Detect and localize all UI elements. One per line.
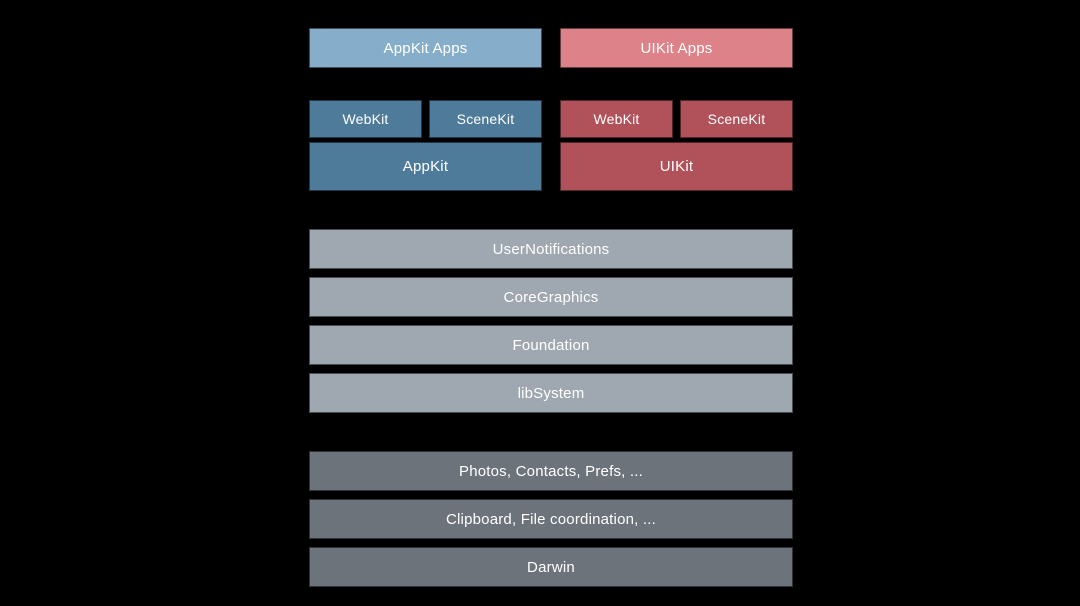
box-clipboard-file-coordination[interactable]: Clipboard, File coordination, ...	[309, 499, 793, 539]
framework-right-subrow: WebKit SceneKit	[560, 100, 793, 138]
box-uikit-label: UIKit	[659, 158, 694, 175]
box-appkit-apps-label: AppKit Apps	[383, 39, 468, 57]
framework-left-column: WebKit SceneKit AppKit	[309, 100, 542, 191]
box-coregraphics[interactable]: CoreGraphics	[309, 277, 793, 317]
spacer-base-1	[309, 491, 793, 499]
box-libsystem[interactable]: libSystem	[309, 373, 793, 413]
box-coregraphics-label: CoreGraphics	[503, 288, 599, 306]
box-uikit[interactable]: UIKit	[560, 142, 793, 191]
box-libsystem-label: libSystem	[517, 384, 585, 402]
spacer-system-2	[309, 317, 793, 325]
box-uikit-webkit-label: WebKit	[593, 111, 640, 127]
box-photos-contacts-prefs[interactable]: Photos, Contacts, Prefs, ...	[309, 451, 793, 491]
architecture-stack-diagram: AppKit Apps UIKit Apps WebKit SceneKit A…	[309, 28, 793, 587]
spacer-system-1	[309, 269, 793, 277]
box-appkit[interactable]: AppKit	[309, 142, 542, 191]
box-darwin[interactable]: Darwin	[309, 547, 793, 587]
framework-left-subrow: WebKit SceneKit	[309, 100, 542, 138]
box-uikit-webkit[interactable]: WebKit	[560, 100, 673, 138]
column-spacer	[542, 28, 560, 68]
box-usernotifications[interactable]: UserNotifications	[309, 229, 793, 269]
box-appkit-scenekit-label: SceneKit	[456, 111, 515, 127]
box-appkit-label: AppKit	[402, 158, 449, 175]
base-layer-group: Photos, Contacts, Prefs, ... Clipboard, …	[309, 451, 793, 587]
system-layer-group: UserNotifications CoreGraphics Foundatio…	[309, 229, 793, 413]
spacer-app-to-framework	[309, 68, 793, 100]
column-spacer	[542, 100, 560, 191]
box-uikit-scenekit-label: SceneKit	[707, 111, 766, 127]
app-layer-row: AppKit Apps UIKit Apps	[309, 28, 793, 68]
box-photos-contacts-prefs-label: Photos, Contacts, Prefs, ...	[458, 462, 643, 480]
box-appkit-webkit[interactable]: WebKit	[309, 100, 422, 138]
spacer-system-to-base	[309, 413, 793, 451]
app-layer-right-column: UIKit Apps	[560, 28, 793, 68]
app-layer-left-column: AppKit Apps	[309, 28, 542, 68]
spacer-system-3	[309, 365, 793, 373]
box-clipboard-file-coordination-label: Clipboard, File coordination, ...	[445, 510, 657, 528]
box-foundation-label: Foundation	[512, 336, 590, 354]
spacer-base-2	[309, 539, 793, 547]
box-foundation[interactable]: Foundation	[309, 325, 793, 365]
box-usernotifications-label: UserNotifications	[492, 240, 610, 258]
box-darwin-label: Darwin	[527, 558, 575, 576]
box-appkit-scenekit[interactable]: SceneKit	[429, 100, 542, 138]
diagram-canvas: AppKit Apps UIKit Apps WebKit SceneKit A…	[0, 0, 1080, 606]
box-uikit-apps-label: UIKit Apps	[640, 39, 713, 57]
box-appkit-webkit-label: WebKit	[342, 111, 389, 127]
framework-layer-row: WebKit SceneKit AppKit WebKit SceneKit U…	[309, 100, 793, 191]
box-uikit-apps[interactable]: UIKit Apps	[560, 28, 793, 68]
spacer-framework-to-system	[309, 191, 793, 229]
box-appkit-apps[interactable]: AppKit Apps	[309, 28, 542, 68]
framework-right-column: WebKit SceneKit UIKit	[560, 100, 793, 191]
box-uikit-scenekit[interactable]: SceneKit	[680, 100, 793, 138]
